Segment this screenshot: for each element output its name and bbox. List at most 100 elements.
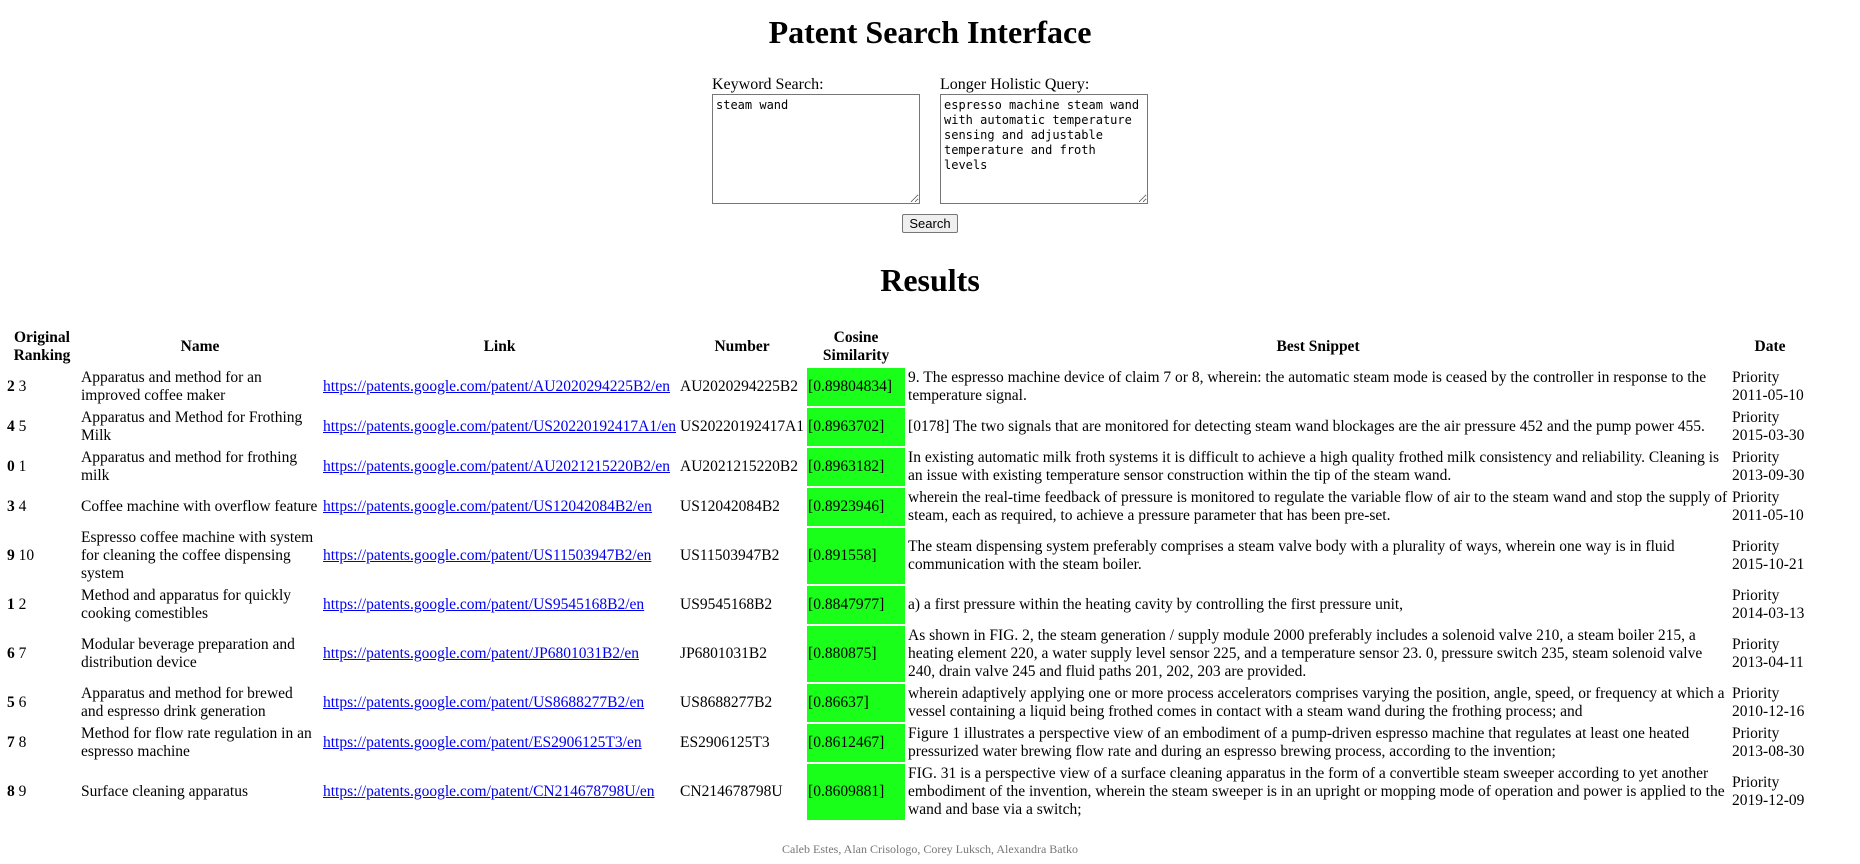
table-row: 6 7 Modular beverage preparation and dist… xyxy=(6,626,1809,682)
patent-name: Surface cleaning apparatus xyxy=(81,783,248,800)
date-cell: Priority 2013-04-11 xyxy=(1731,626,1809,682)
date-cell: Priority 2019-12-09 xyxy=(1731,764,1809,820)
best-snippet: wherein the real-time feedback of pressu… xyxy=(908,489,1728,524)
keyword-field-group: Keyword Search: steam wand xyxy=(712,76,920,204)
cosine-similarity: [0.8847977] xyxy=(807,586,906,624)
link-cell: https://patents.google.com/patent/AU2020… xyxy=(322,368,677,406)
patent-link[interactable]: https://patents.google.com/patent/US2022… xyxy=(323,418,676,435)
cosine-similarity: [0.8963702] xyxy=(807,408,906,446)
cosine-similarity: [0.89804834] xyxy=(807,368,906,406)
search-form: Keyword Search: steam wand Longer Holist… xyxy=(0,76,1860,204)
date-cell: Priority 2013-08-30 xyxy=(1731,724,1809,762)
original-rank: 9 xyxy=(18,783,27,800)
ranking-cell: 8 9 xyxy=(6,764,78,820)
ranking-cell: 6 7 xyxy=(6,626,78,682)
patent-link[interactable]: https://patents.google.com/patent/US8688… xyxy=(323,694,644,711)
patent-link[interactable]: https://patents.google.com/patent/AU2020… xyxy=(323,378,670,395)
holistic-field-group: Longer Holistic Query: espresso machine … xyxy=(940,76,1148,204)
date-value: 2011-05-10 xyxy=(1732,387,1804,404)
patent-link[interactable]: https://patents.google.com/patent/JP6801… xyxy=(323,645,639,662)
original-rank: 5 xyxy=(18,418,27,435)
patent-name: Apparatus and method for brewed and espr… xyxy=(81,685,293,720)
patent-link[interactable]: https://patents.google.com/patent/ES2906… xyxy=(323,734,642,751)
new-rank: 5 xyxy=(7,694,15,711)
date-value: 2013-09-30 xyxy=(1732,467,1805,484)
table-row: 8 9 Surface cleaning apparatus https://pat… xyxy=(6,764,1809,820)
best-snippet: The steam dispensing system preferably c… xyxy=(908,538,1675,573)
date-value: 2015-03-30 xyxy=(1732,427,1805,444)
new-rank: 7 xyxy=(7,734,15,751)
new-rank: 9 xyxy=(7,547,15,564)
keyword-input[interactable]: steam wand xyxy=(712,94,920,204)
date-cell: Priority 2011-05-10 xyxy=(1731,368,1809,406)
ranking-cell: 0 1 xyxy=(6,448,78,486)
date-value: 2010-12-16 xyxy=(1732,703,1805,720)
date-label: Priority xyxy=(1732,369,1780,386)
cosine-similarity: [0.8609881] xyxy=(807,764,906,820)
patent-link[interactable]: https://patents.google.com/patent/AU2021… xyxy=(323,458,670,475)
patent-name: Espresso coffee machine with system for … xyxy=(81,529,314,582)
holistic-label: Longer Holistic Query: xyxy=(940,76,1090,93)
patent-number: US11503947B2 xyxy=(680,547,780,564)
header-date: Date xyxy=(1754,338,1786,355)
cosine-similarity: [0.891558] xyxy=(807,528,906,584)
ranking-cell: 9 10 xyxy=(6,528,78,584)
patent-link[interactable]: https://patents.google.com/patent/US9545… xyxy=(323,596,644,613)
footer-credits: Caleb Estes, Alan Crisologo, Corey Luksc… xyxy=(782,842,1078,856)
patent-number: AU2021215220B2 xyxy=(680,458,799,475)
search-button-wrap: Search xyxy=(0,214,1860,233)
patent-link[interactable]: https://patents.google.com/patent/US1150… xyxy=(323,547,651,564)
original-rank: 8 xyxy=(18,734,27,751)
date-cell: Priority 2013-09-30 xyxy=(1731,448,1809,486)
best-snippet: 9. The espresso machine device of claim … xyxy=(908,369,1707,404)
table-row: 2 3 Apparatus and method for an improved … xyxy=(6,368,1809,406)
patent-name: Method and apparatus for quickly cooking… xyxy=(81,587,292,622)
date-value: 2015-10-21 xyxy=(1732,556,1805,573)
date-label: Priority xyxy=(1732,685,1780,702)
date-value: 2013-08-30 xyxy=(1732,743,1805,760)
header-number: Number xyxy=(714,338,770,355)
search-button[interactable]: Search xyxy=(902,214,958,233)
table-row: 1 2 Method and apparatus for quickly cook… xyxy=(6,586,1809,624)
patent-name: Method for flow rate regulation in an es… xyxy=(81,725,312,760)
ranking-cell: 3 4 xyxy=(6,488,78,526)
patent-link[interactable]: https://patents.google.com/patent/US1204… xyxy=(323,498,652,515)
best-snippet: Figure 1 illustrates a perspective view … xyxy=(908,725,1690,760)
patent-number: AU2020294225B2 xyxy=(680,378,799,395)
date-label: Priority xyxy=(1732,489,1780,506)
cosine-similarity: [0.8923946] xyxy=(807,488,906,526)
original-rank: 6 xyxy=(18,694,27,711)
date-cell: Priority 2011-05-10 xyxy=(1731,488,1809,526)
new-rank: 1 xyxy=(7,596,15,613)
ranking-cell: 5 6 xyxy=(6,684,78,722)
link-cell: https://patents.google.com/patent/JP6801… xyxy=(322,626,677,682)
link-cell: https://patents.google.com/patent/US9545… xyxy=(322,586,677,624)
cosine-similarity: [0.880875] xyxy=(807,626,906,682)
ranking-cell: 7 8 xyxy=(6,724,78,762)
date-value: 2011-05-10 xyxy=(1732,507,1804,524)
link-cell: https://patents.google.com/patent/US1204… xyxy=(322,488,677,526)
best-snippet: [0178] The two signals that are monitore… xyxy=(908,418,1705,435)
date-label: Priority xyxy=(1732,449,1780,466)
holistic-query-input[interactable]: espresso machine steam wand with automat… xyxy=(940,94,1148,204)
patent-link[interactable]: https://patents.google.com/patent/CN2146… xyxy=(323,783,655,800)
date-label: Priority xyxy=(1732,538,1780,555)
link-cell: https://patents.google.com/patent/US1150… xyxy=(322,528,677,584)
cosine-similarity: [0.8963182] xyxy=(807,448,906,486)
date-label: Priority xyxy=(1732,774,1780,791)
patent-number: CN214678798U xyxy=(680,783,783,800)
link-cell: https://patents.google.com/patent/AU2021… xyxy=(322,448,677,486)
new-rank: 8 xyxy=(7,783,15,800)
new-rank: 3 xyxy=(7,498,15,515)
cosine-similarity: [0.8612467] xyxy=(807,724,906,762)
header-best-snippet: Best Snippet xyxy=(1276,338,1360,355)
original-rank: 7 xyxy=(18,645,27,662)
results-table: Original Ranking Name Link Number Cosine… xyxy=(4,326,1811,822)
patent-name: Apparatus and method for an improved cof… xyxy=(81,369,262,404)
date-value: 2019-12-09 xyxy=(1732,792,1805,809)
original-rank: 3 xyxy=(18,378,27,395)
original-rank: 4 xyxy=(18,498,27,515)
date-value: 2013-04-11 xyxy=(1732,654,1804,671)
keyword-label: Keyword Search: xyxy=(712,76,824,93)
new-rank: 2 xyxy=(7,378,15,395)
